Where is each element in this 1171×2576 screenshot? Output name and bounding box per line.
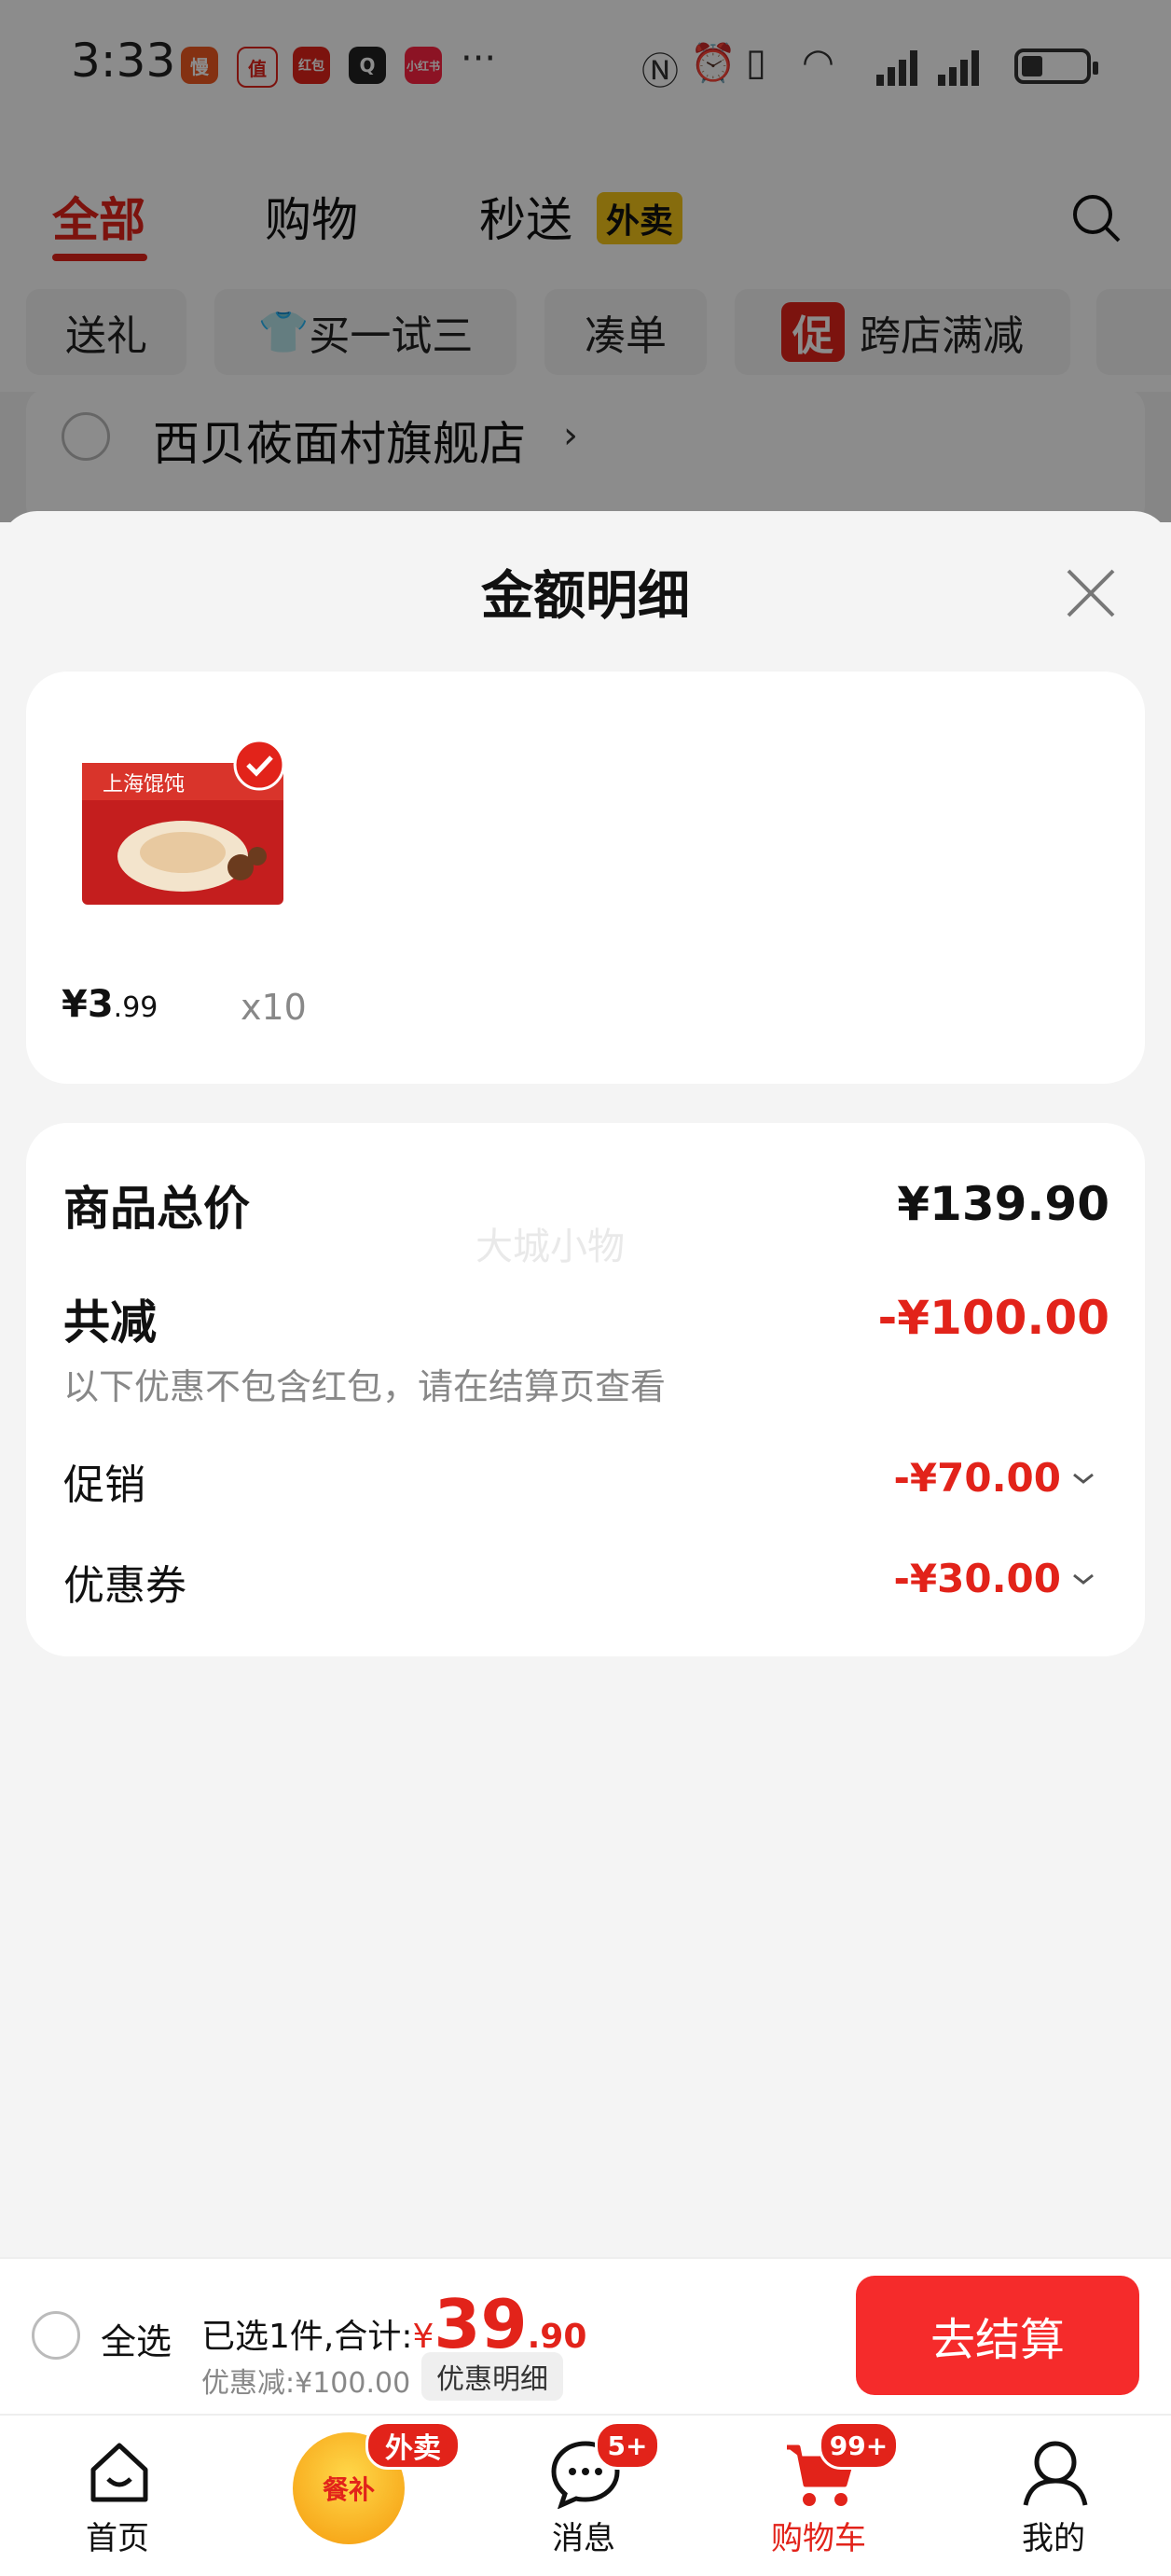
coupon-label: 优惠券 [63, 1562, 186, 1610]
select-all-checkbox[interactable] [32, 2311, 80, 2360]
checked-icon[interactable] [233, 739, 285, 791]
total-label: 商品总价 [63, 1182, 250, 1236]
chevron-down-icon [1073, 1573, 1094, 1585]
messages-badge: 5+ [595, 2421, 660, 2470]
product-quantity: x10 [241, 987, 307, 1028]
watermark: 大城小物 [475, 1226, 625, 1268]
currency-symbol: ¥ [412, 2318, 434, 2356]
discount-label: 共减 [63, 1295, 157, 1350]
promo-label: 促销 [63, 1461, 145, 1509]
discount-detail-button[interactable]: 优惠明细 [421, 2352, 563, 2401]
profile-icon [1023, 2441, 1088, 2506]
nav-home-label: 首页 [86, 2520, 149, 2557]
product-price: ¥3.99 [62, 983, 158, 1026]
promo-value: -¥70.00 [893, 1455, 1061, 1501]
price-decimal: .99 [113, 991, 158, 1024]
promo-row-value[interactable]: -¥70.00 [893, 1455, 1096, 1501]
close-icon[interactable] [1063, 565, 1119, 621]
total-decimal: .90 [527, 2318, 587, 2356]
sheet-title: 金额明细 [481, 566, 690, 627]
product-image-text: 上海馄饨 [103, 773, 185, 796]
discount-note: 以下优惠不包含红包，请在结算页查看 [63, 1366, 667, 1407]
checkout-button[interactable]: 去结算 [856, 2276, 1139, 2395]
home-icon [90, 2443, 148, 2502]
nav-cart-label: 购物车 [771, 2520, 866, 2557]
nav-messages-label: 消息 [552, 2520, 615, 2557]
select-all-label[interactable]: 全选 [101, 2313, 172, 2364]
overlay[interactable] [0, 0, 1171, 522]
coupon-value: -¥30.00 [893, 1556, 1061, 1601]
takeout-nav-badge: 外卖 [365, 2421, 461, 2470]
nav-mine-label: 我的 [1022, 2520, 1085, 2557]
selected-text: 已选1件,合计: [201, 2318, 413, 2356]
cart-badge: 99+ [819, 2421, 899, 2470]
price-main: ¥3 [62, 983, 114, 1026]
chevron-down-icon [1073, 1473, 1094, 1484]
total-value: ¥139.90 [897, 1177, 1109, 1231]
coupon-row-value[interactable]: -¥30.00 [893, 1556, 1096, 1601]
discount-summary: 优惠减:¥100.00 [201, 2367, 411, 2400]
discount-value: -¥100.00 [877, 1291, 1110, 1345]
meal-subsidy-text: 餐补 [322, 2474, 375, 2505]
